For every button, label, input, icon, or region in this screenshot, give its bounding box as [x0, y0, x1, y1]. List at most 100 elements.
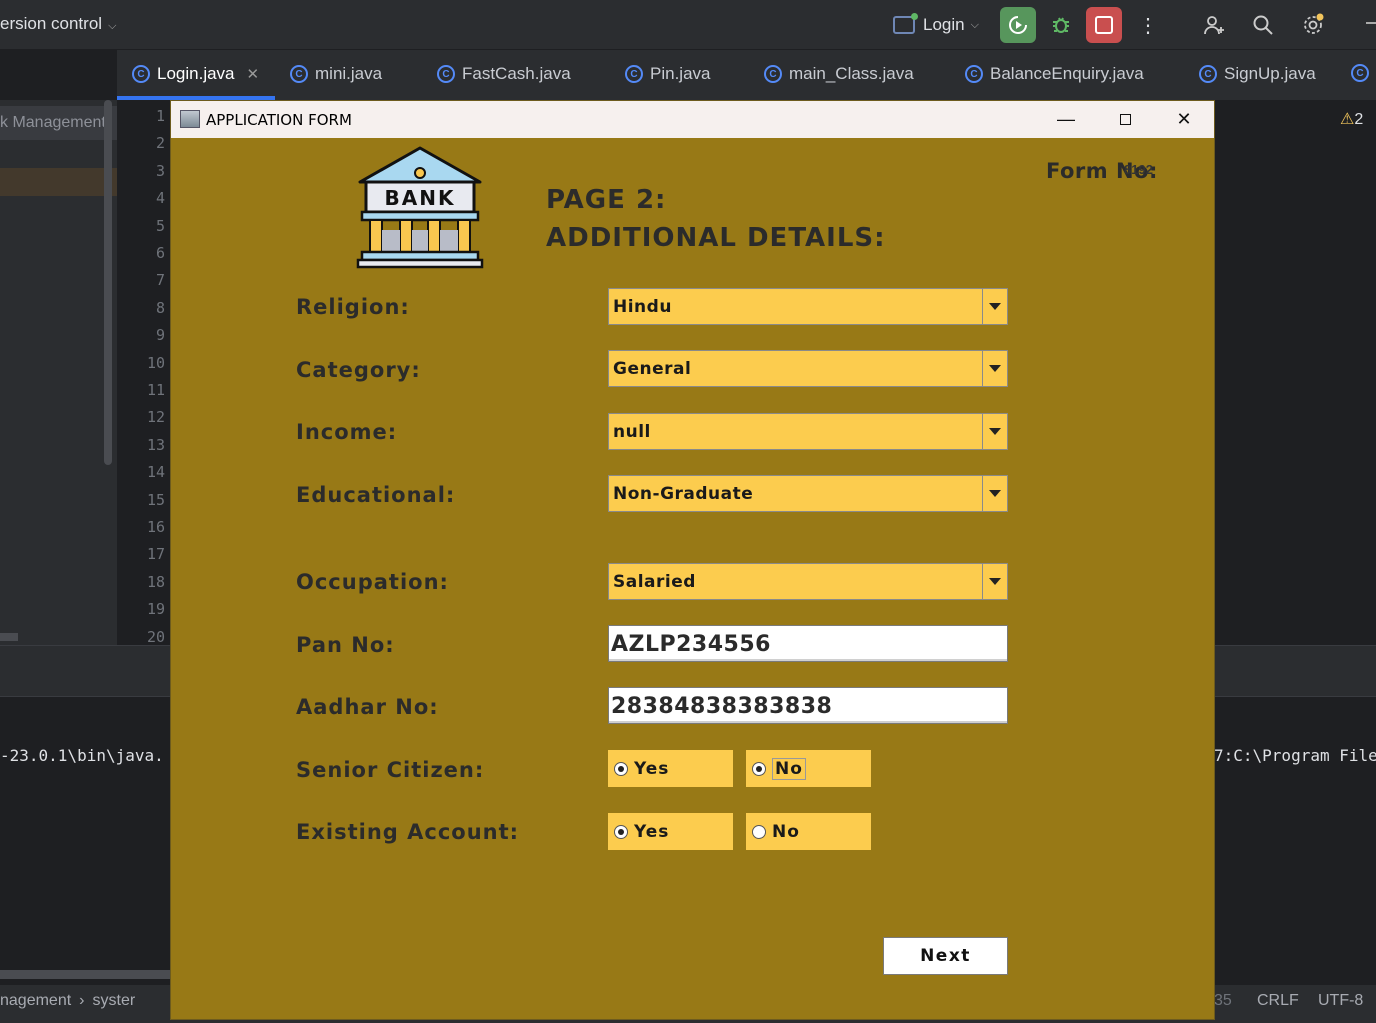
editor-tabs: C Login.java ✕ Cmini.java C FastCash.java C… [117, 50, 1376, 100]
existing-account-label: Existing Account: [296, 820, 520, 844]
radio-label: Yes [634, 821, 670, 842]
category-value: General [613, 358, 692, 379]
tab-login-java[interactable]: C Login.java ✕ [132, 64, 259, 84]
java-class-icon: C [132, 65, 150, 83]
religion-dropdown[interactable]: Hindu [608, 288, 1008, 325]
line-number: 17 [146, 545, 165, 564]
occupation-label: Occupation: [296, 570, 449, 594]
java-class-icon: C [625, 65, 643, 83]
pan-input[interactable]: AZLP234556 [608, 625, 1008, 662]
file-encoding[interactable]: UTF-8 [1318, 992, 1363, 1010]
line-number: 11 [146, 381, 165, 399]
line-number: 4 [155, 189, 165, 208]
stop-button[interactable] [1086, 7, 1122, 43]
horizontal-scrollbar[interactable] [0, 633, 18, 641]
tab-balanceenquiry-java[interactable]: C BalanceEnquiry.java [965, 64, 1144, 84]
window-titlebar[interactable]: APPLICATION FORM — ✕ [171, 101, 1214, 138]
application-icon [893, 13, 918, 34]
existing-account-yes-radio[interactable]: Yes [608, 813, 733, 850]
tab-overflow[interactable]: C [1351, 64, 1376, 82]
line-number: 1 [155, 107, 165, 125]
senior-citizen-label: Senior Citizen: [296, 758, 485, 782]
search-button[interactable] [1245, 7, 1281, 43]
add-user-button[interactable] [1196, 7, 1232, 43]
radio-label: No [772, 821, 800, 842]
java-class-icon: C [290, 65, 308, 83]
gear-icon [1304, 13, 1324, 34]
close-button[interactable]: ✕ [1155, 101, 1213, 138]
breadcrumb-item[interactable]: syster [93, 992, 136, 1009]
line-number: 14 [146, 463, 165, 482]
radio-label: No [772, 757, 806, 780]
educational-dropdown[interactable]: Non-Graduate [608, 475, 1008, 512]
tab-fastcash-java[interactable]: C FastCash.java [437, 64, 571, 84]
radio-selected-icon [614, 824, 628, 839]
chevron-down-icon[interactable] [982, 289, 1007, 324]
next-button[interactable]: Next [883, 937, 1008, 975]
java-class-icon: C [965, 65, 983, 83]
warning-count: 2 [1354, 111, 1364, 128]
version-control-menu[interactable]: ersion control ⌵ [0, 14, 116, 34]
income-dropdown[interactable]: null [608, 413, 1008, 450]
aadhar-label: Aadhar No: [296, 695, 439, 719]
chevron-down-icon[interactable] [982, 476, 1007, 511]
add-user-icon [1204, 16, 1224, 35]
existing-account-no-radio[interactable]: No [746, 813, 871, 850]
tab-mini-java[interactable]: Cmini.java [290, 64, 382, 84]
bug-icon [1053, 17, 1069, 33]
tab-label: mini.java [315, 64, 383, 83]
line-number: 10 [146, 353, 165, 372]
selected-tree-item[interactable] [0, 168, 117, 196]
more-actions-button[interactable]: ⋮ [1130, 7, 1166, 43]
warning-indicator[interactable]: ⚠2 [1340, 109, 1363, 129]
maximize-icon [1119, 114, 1131, 125]
tab-pin-java[interactable]: C Pin.java [625, 64, 710, 84]
tab-label: FastCash.java [462, 64, 571, 83]
occupation-dropdown[interactable]: Salaried [608, 563, 1008, 600]
caret-position[interactable]: 35 [1214, 992, 1232, 1010]
run-config-selector[interactable]: Login ⌵ [893, 12, 979, 38]
category-dropdown[interactable]: General [608, 350, 1008, 387]
line-number: 16 [146, 518, 165, 536]
console-output-right: 7:C:\Program File [1214, 746, 1376, 765]
console-scrollbar[interactable] [0, 970, 170, 979]
chevron-down-icon[interactable] [982, 564, 1007, 599]
minimize-ide-icon[interactable] [1366, 22, 1376, 24]
version-control-label: ersion control [0, 14, 103, 33]
minimize-button[interactable]: — [1037, 101, 1095, 138]
breadcrumb[interactable]: nagement › syster [0, 992, 170, 1010]
rerun-button[interactable] [1000, 7, 1036, 43]
senior-citizen-yes-radio[interactable]: Yes [608, 750, 733, 787]
tab-signup-java[interactable]: C SignUp.java [1199, 64, 1316, 84]
java-class-icon: C [1199, 65, 1217, 83]
aadhar-input[interactable]: 28384838383838 [608, 687, 1008, 724]
chevron-down-icon[interactable] [982, 351, 1007, 386]
category-label: Category: [296, 358, 421, 382]
settings-button[interactable] [1295, 7, 1331, 43]
console-output-left: -23.0.1\bin\java. [0, 746, 164, 765]
minimize-icon: — [1057, 109, 1075, 129]
maximize-button[interactable] [1096, 101, 1154, 138]
search-icon [1253, 15, 1273, 35]
form-content: BANK Form No: 8192 PAGE 2: ADDITIONAL DE… [171, 138, 1214, 1019]
java-app-icon [180, 110, 200, 128]
close-tab-icon[interactable]: ✕ [247, 65, 260, 83]
java-class-icon: C [1351, 64, 1369, 82]
pan-label: Pan No: [296, 633, 395, 657]
page-subtitle: ADDITIONAL DETAILS: [546, 223, 886, 253]
line-separator[interactable]: CRLF [1257, 992, 1299, 1010]
senior-citizen-no-radio[interactable]: No [746, 750, 871, 787]
debug-button[interactable] [1043, 7, 1079, 43]
breadcrumb-item[interactable]: nagement [0, 992, 71, 1009]
chevron-down-icon[interactable] [982, 414, 1007, 449]
tab-main-class-java[interactable]: Cmain_Class.java [764, 64, 914, 84]
income-label: Income: [296, 420, 398, 444]
vertical-scrollbar[interactable] [104, 100, 112, 465]
more-vertical-icon: ⋮ [1138, 14, 1158, 37]
line-number: 12 [146, 408, 165, 427]
run-config-label: Login [923, 15, 965, 34]
occupation-value: Salaried [613, 571, 696, 592]
ide-toolbar: ersion control ⌵ Login ⌵ ⋮ [0, 0, 1376, 50]
project-root-item[interactable]: k Management [0, 106, 117, 140]
line-number: 6 [155, 244, 165, 262]
